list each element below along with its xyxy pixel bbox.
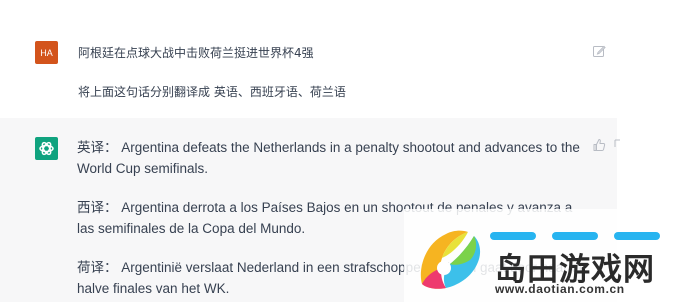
translation-english: 英译： Argentina defeats the Netherlands in… (77, 137, 587, 179)
thumbs-down-icon[interactable] (614, 138, 620, 152)
translation-label: 西译： (77, 200, 118, 215)
translation-text: Argentina defeats the Netherlands in a p… (77, 140, 580, 176)
user-avatar: HA (35, 41, 58, 64)
openai-logo-icon (35, 137, 58, 160)
edit-icon[interactable] (592, 44, 606, 58)
translation-label: 荷译： (77, 260, 118, 275)
watermark-logo-icon (420, 230, 481, 289)
user-message-line-1: 阿根廷在点球大战中击败荷兰挺进世界杯4强 (78, 46, 314, 60)
thumbs-up-icon[interactable] (592, 138, 606, 152)
watermark-url: www.daotian.com.cn (495, 282, 625, 296)
translation-label: 英译： (77, 140, 118, 155)
watermark-decoration (490, 232, 670, 240)
user-message-line-2: 将上面这句话分别翻译成 英语、西班牙语、荷兰语 (78, 85, 346, 99)
